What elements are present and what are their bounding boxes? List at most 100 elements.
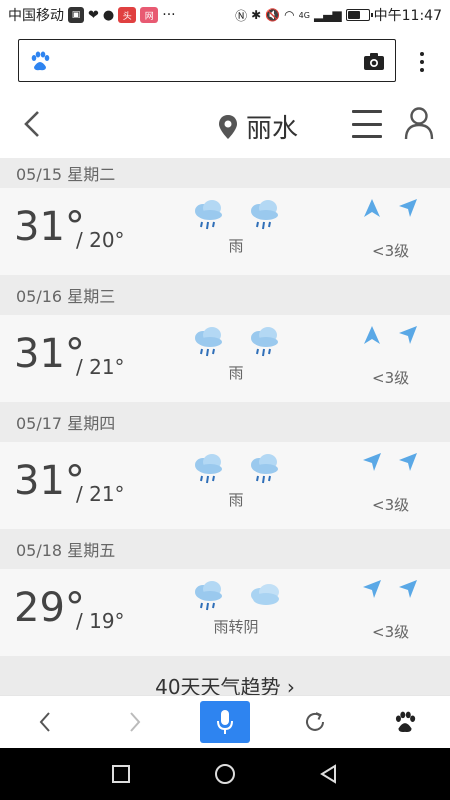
- wind-arrow-northeast-icon: [362, 579, 382, 603]
- low-temperature: / 19°: [76, 609, 125, 633]
- cloudy-icon: [248, 579, 282, 617]
- wind-arrow-northeast-icon: [362, 452, 382, 476]
- search-box[interactable]: [18, 39, 396, 82]
- wind-arrow-northeast-icon: [398, 579, 418, 603]
- carrier-name: 中国移动: [8, 8, 64, 24]
- forecast-list: 05/15 星期二 31°/ 20° 雨 <3级 05/16 星期三 31°/ 21° 雨 <…: [0, 158, 450, 695]
- wind-direction-icons: [362, 325, 418, 349]
- wind-arrow-northeast-icon: [398, 325, 418, 349]
- weather-icons: [192, 579, 282, 617]
- recent-apps-icon[interactable]: [110, 763, 132, 785]
- system-nav-bar: [0, 748, 450, 800]
- city-name: 丽水: [246, 114, 299, 144]
- clock: 中午11:47: [373, 8, 442, 24]
- signal-icon: ▂▄▆: [313, 8, 342, 22]
- day-date-header: 05/17 星期四: [0, 402, 450, 442]
- news-app-icon: 头: [118, 7, 137, 23]
- home-circle-icon[interactable]: [213, 762, 237, 786]
- high-temperature: 31°: [14, 458, 85, 504]
- low-temperature: / 21°: [76, 355, 125, 379]
- kebab-dot-icon: [420, 52, 424, 56]
- baidu-paw-icon: [31, 51, 50, 70]
- wind-level: <3级: [372, 623, 410, 641]
- rain-cloud-icon: [192, 452, 226, 490]
- wifi-icon: ◠: [284, 8, 295, 22]
- heart-icon: ❤: [88, 7, 99, 23]
- menu-line-icon: [352, 122, 382, 126]
- menu-line-icon: [352, 110, 382, 113]
- more-notifications-icon: ···: [162, 7, 176, 23]
- baidu-home-button[interactable]: [380, 701, 430, 743]
- page-header: 丽水: [0, 90, 450, 158]
- wind-arrow-up-icon: [362, 198, 382, 222]
- browser-toolbar: [0, 695, 450, 748]
- wind-arrow-northeast-icon: [398, 198, 418, 222]
- browser-bar: [0, 30, 450, 90]
- high-temperature: 31°: [14, 331, 85, 377]
- rain-cloud-icon: [248, 452, 282, 490]
- rain-cloud-icon: [248, 198, 282, 236]
- refresh-button[interactable]: [290, 701, 340, 743]
- wind-direction-icons: [362, 452, 418, 476]
- wind-level: <3级: [372, 242, 410, 260]
- browser-forward-button[interactable]: [110, 701, 160, 743]
- notification-app-icon: ▣: [68, 7, 84, 23]
- back-triangle-icon[interactable]: [318, 763, 340, 785]
- wind-direction-icons: [362, 579, 418, 603]
- user-profile-icon[interactable]: [404, 106, 434, 140]
- microphone-icon: [217, 710, 233, 734]
- chevron-right-icon: [130, 712, 141, 732]
- chevron-left-icon: [39, 712, 50, 732]
- location-pin-icon: [219, 114, 237, 139]
- back-arrow-icon[interactable]: [18, 108, 48, 140]
- rain-cloud-icon: [192, 579, 226, 617]
- wind-arrow-northeast-icon: [398, 452, 418, 476]
- baidu-paw-icon: [395, 711, 416, 733]
- nfc-icon: Ⓝ: [235, 8, 248, 23]
- kebab-dot-icon: [420, 68, 424, 72]
- high-temperature: 29°: [14, 585, 85, 631]
- day-forecast-row[interactable]: 31°/ 21° 雨 <3级: [0, 315, 450, 402]
- high-temperature: 31°: [14, 204, 85, 250]
- wechat-icon: ●: [102, 7, 115, 23]
- wind-arrow-up-icon: [362, 325, 382, 349]
- rain-cloud-icon: [192, 198, 226, 236]
- voice-search-button[interactable]: [200, 701, 250, 743]
- bluetooth-icon: ✱: [251, 8, 262, 22]
- wind-direction-icons: [362, 198, 418, 222]
- weather-description: 雨转阴: [213, 618, 259, 636]
- forty-day-trend-link[interactable]: 40天天气趋势 ›: [0, 656, 450, 695]
- weather-description: 雨: [228, 491, 244, 509]
- weather-description: 雨: [228, 364, 244, 382]
- weather-description: 雨: [228, 237, 244, 255]
- day-date-header: 05/16 星期三: [0, 275, 450, 315]
- refresh-icon: [306, 712, 324, 731]
- browser-back-button[interactable]: [20, 701, 70, 743]
- city-selector[interactable]: 丽水: [218, 108, 298, 145]
- day-forecast-row[interactable]: 29°/ 19° 雨转阴 <3级: [0, 569, 450, 656]
- weather-icons: [192, 198, 282, 236]
- weather-icons: [192, 452, 282, 490]
- low-temperature: / 20°: [76, 228, 125, 252]
- battery-icon: [345, 9, 373, 21]
- wind-level: <3级: [372, 496, 410, 514]
- shopping-app-icon: 网: [140, 7, 159, 23]
- more-menu-button[interactable]: [410, 50, 434, 74]
- status-bar: 中国移动 ▣ ❤ ● 头 网 ··· Ⓝ ✱ 🔇 ◠ 4G ▂▄▆ 中午11:4…: [0, 0, 450, 30]
- day-forecast-row[interactable]: 31°/ 20° 雨 <3级: [0, 188, 450, 275]
- day-forecast-row[interactable]: 31°/ 21° 雨 <3级: [0, 442, 450, 529]
- menu-line-icon: [352, 135, 382, 138]
- menu-button[interactable]: [352, 110, 382, 138]
- day-date-header: 05/18 星期五: [0, 529, 450, 569]
- low-temperature: / 21°: [76, 482, 125, 506]
- camera-icon[interactable]: [363, 51, 385, 71]
- day-date-header: 05/15 星期二: [0, 158, 450, 188]
- weather-icons: [192, 325, 282, 363]
- kebab-dot-icon: [420, 60, 424, 64]
- search-input[interactable]: [59, 52, 363, 69]
- network-type-badge: 4G: [298, 10, 310, 20]
- wind-level: <3级: [372, 369, 410, 387]
- rain-cloud-icon: [248, 325, 282, 363]
- mute-icon: 🔇: [265, 8, 281, 22]
- rain-cloud-icon: [192, 325, 226, 363]
